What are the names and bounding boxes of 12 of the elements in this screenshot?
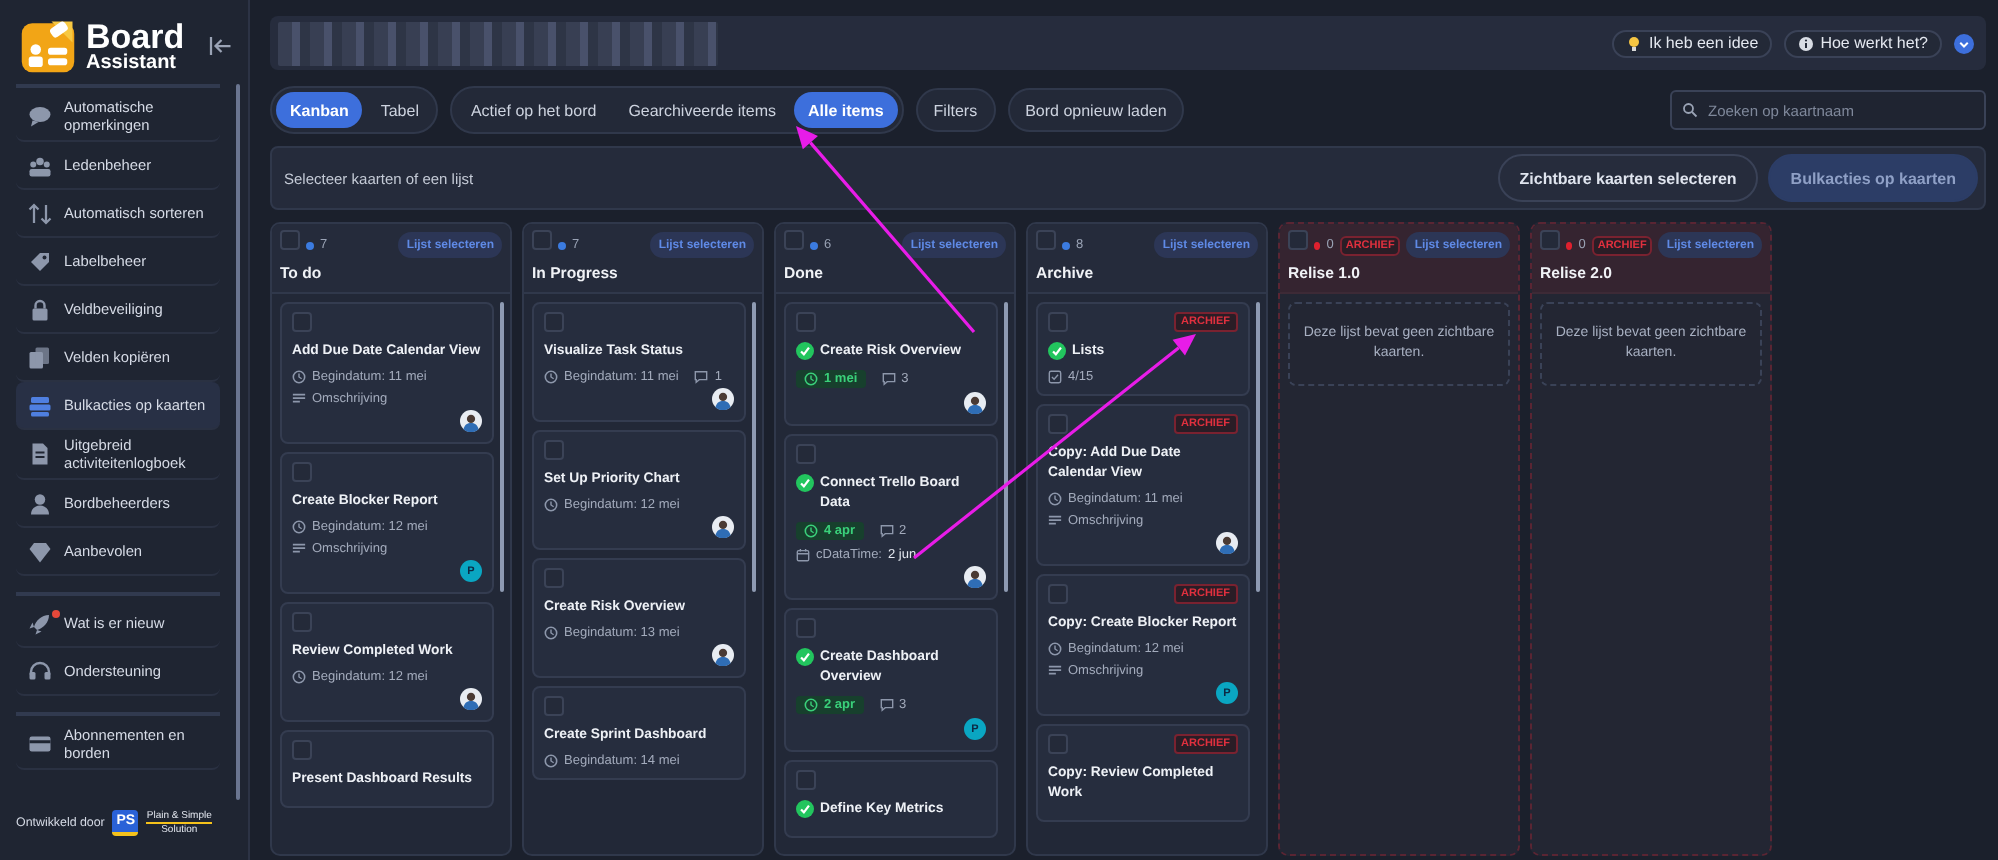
- brand-subtitle: Assistant: [86, 53, 179, 73]
- bulk-button[interactable]: Zichtbare kaarten selecteren: [1497, 154, 1759, 202]
- view-tab[interactable]: Gearchiveerde items: [614, 92, 790, 128]
- view-tab[interactable]: Actief op het bord: [456, 92, 611, 128]
- view-tab[interactable]: Alle items: [794, 92, 898, 128]
- view-tab[interactable]: Tabel: [366, 92, 433, 128]
- header-button[interactable]: Hoe werkt het?: [1784, 29, 1942, 57]
- brand-name: Board: [86, 19, 185, 53]
- toolbar-button[interactable]: Filters: [915, 88, 996, 132]
- header-button[interactable]: Ik heb een idee: [1612, 29, 1773, 57]
- view-tab[interactable]: Kanban: [276, 92, 363, 128]
- toolbar-button[interactable]: Bord opnieuw laden: [1007, 88, 1185, 132]
